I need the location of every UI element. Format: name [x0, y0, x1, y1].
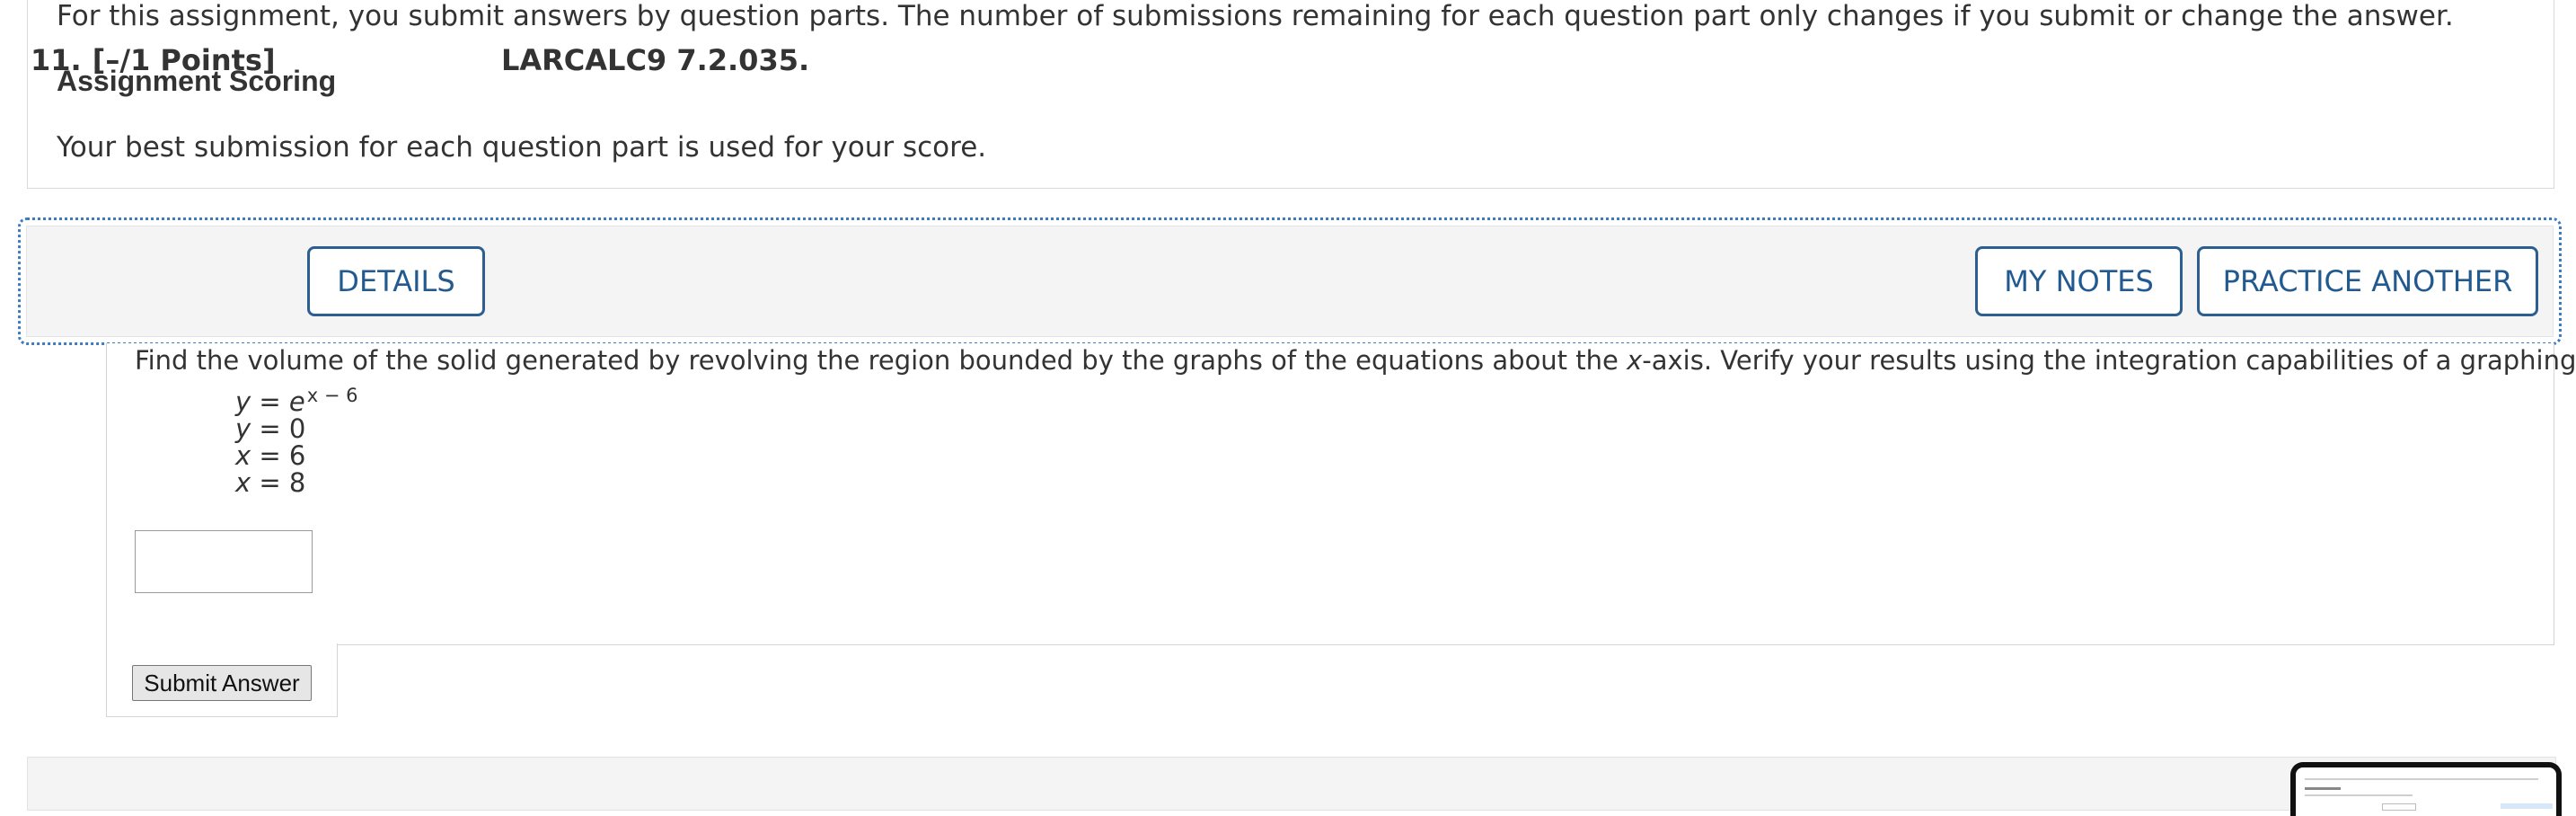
details-button[interactable]: DETAILS	[307, 246, 485, 316]
equation-operator: =	[251, 440, 289, 471]
equation-operator: =	[251, 467, 289, 498]
equation-row: y = ex − 6	[235, 385, 358, 417]
equation-lhs: x	[235, 467, 251, 498]
equation-row: x = 6	[235, 442, 358, 469]
equation-row: x = 8	[235, 469, 358, 496]
preview-line	[2305, 787, 2341, 790]
preview-line	[2382, 803, 2416, 811]
equation-list: y = ex − 6 y = 0 x = 6 x = 8	[235, 385, 358, 496]
preview-line	[2305, 778, 2538, 780]
preview-line	[2305, 794, 2413, 796]
assignment-scoring-text: Your best submission for each question p…	[57, 131, 987, 164]
equation-lhs: y	[235, 413, 251, 444]
question-number-label: 11.	[31, 43, 82, 77]
equation-operator: =	[251, 386, 289, 417]
equation-rhs: e	[288, 386, 305, 417]
preview-line	[2501, 803, 2553, 809]
equation-lhs: y	[235, 386, 251, 417]
equation-row: y = 0	[235, 415, 358, 442]
question-prompt: Find the volume of the solid generated b…	[135, 345, 2576, 376]
next-question-panel	[27, 757, 2556, 811]
question-number: 11. [–/1 Points]	[31, 43, 287, 77]
question-body	[106, 343, 2554, 645]
question-code: LARCALC9 7.2.035.	[501, 43, 810, 77]
equation-rhs: 0	[288, 413, 306, 444]
answer-input[interactable]	[135, 530, 313, 593]
submission-info-text: For this assignment, you submit answers …	[57, 0, 2454, 32]
submit-answer-button[interactable]: Submit Answer	[132, 665, 312, 701]
prompt-text-end: -axis. Verify your results using the int…	[1642, 345, 2576, 376]
prompt-text-start: Find the volume of the solid generated b…	[135, 345, 1628, 376]
equation-lhs: x	[235, 440, 251, 471]
page-preview-thumbnail[interactable]	[2290, 762, 2562, 816]
equation-operator: =	[251, 413, 289, 444]
question-points: [–/1 Points]	[92, 43, 276, 77]
prompt-variable: x	[1627, 345, 1643, 376]
equation-rhs: 6	[288, 440, 306, 471]
equation-exponent: x − 6	[306, 385, 358, 406]
equation-rhs: 8	[288, 467, 306, 498]
practice-another-button[interactable]: PRACTICE ANOTHER	[2197, 246, 2538, 316]
assignment-info-panel: For this assignment, you submit answers …	[27, 0, 2554, 189]
my-notes-button[interactable]: MY NOTES	[1975, 246, 2183, 316]
